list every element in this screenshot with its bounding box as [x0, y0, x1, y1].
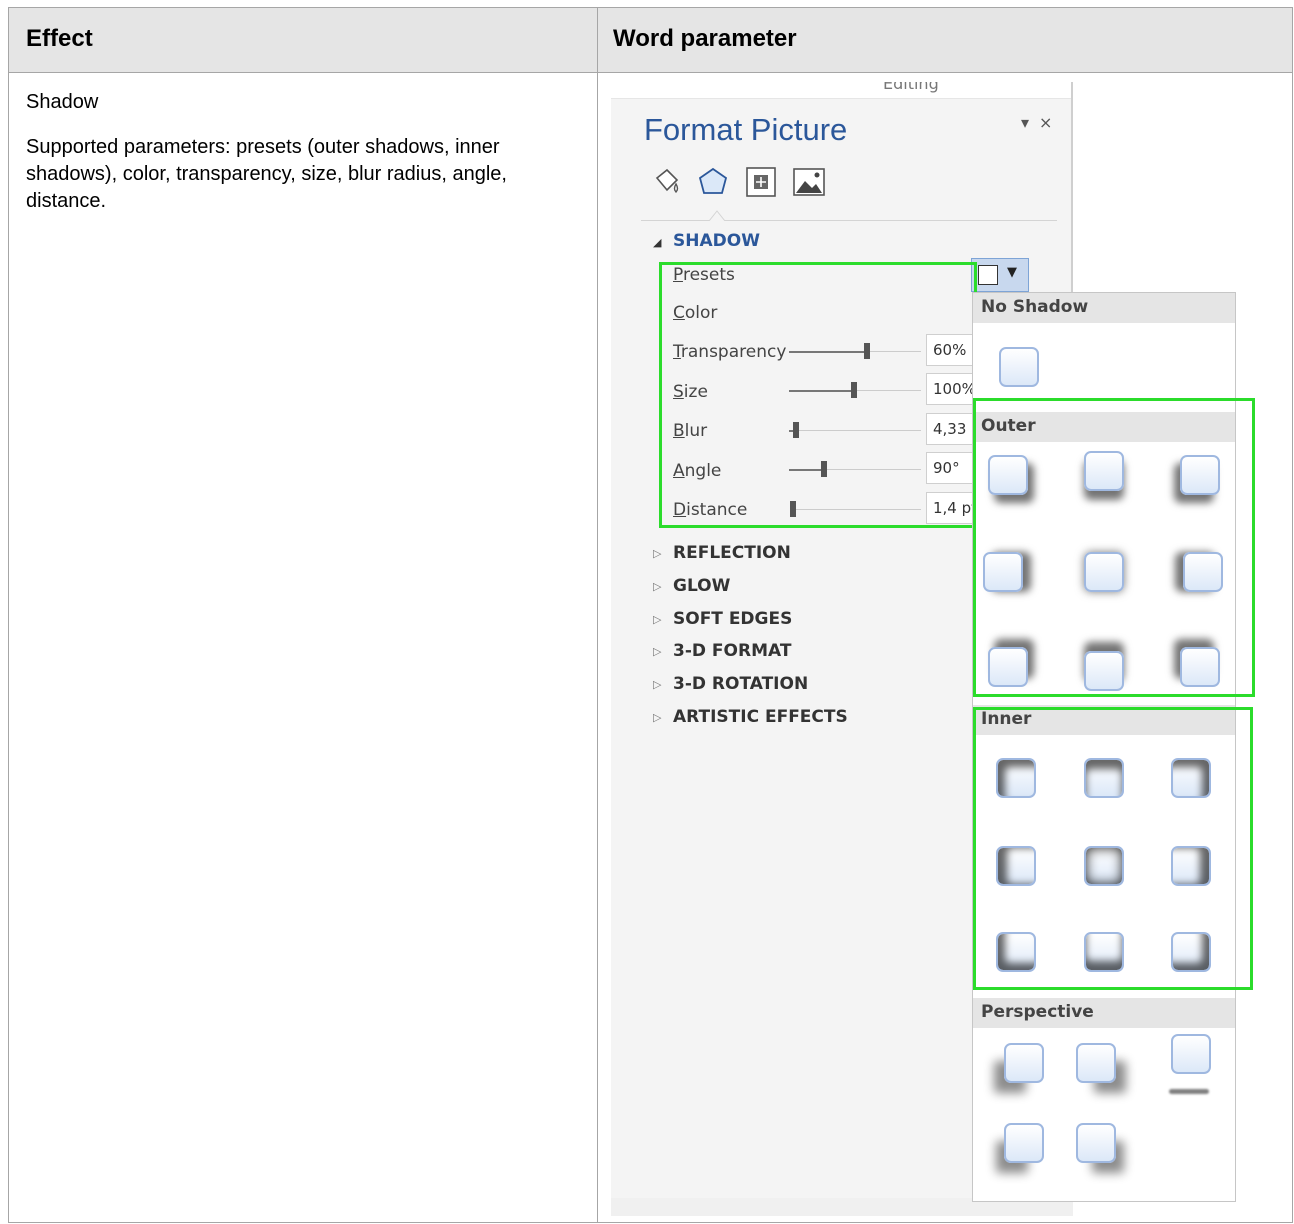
- section-soft-edges[interactable]: SOFT EDGES: [673, 609, 792, 629]
- effect-name: Shadow: [26, 91, 99, 113]
- effect-description: Supported parameters: presets (outer sha…: [26, 136, 507, 212]
- section-artistic-effects[interactable]: ARTISTIC EFFECTS: [673, 707, 848, 727]
- section-reflection[interactable]: REFLECTION: [673, 543, 791, 563]
- ribbon-editing-label: Editing: [883, 82, 939, 93]
- preset-perspective-lower-left[interactable]: [1004, 1123, 1044, 1163]
- ribbon-strip: Editing: [611, 82, 1073, 99]
- parameters-highlight: [659, 262, 977, 528]
- header-word-parameter: Word parameter: [613, 25, 797, 52]
- collapsed-arrow-icon: ▷: [653, 613, 662, 626]
- preset-perspective-below[interactable]: [1171, 1034, 1211, 1074]
- collapsed-arrow-icon: ▷: [653, 678, 662, 691]
- section-3d-rotation[interactable]: 3-D ROTATION: [673, 674, 808, 694]
- outer-group-highlight: [973, 398, 1255, 697]
- perspective-below-shadow: [1169, 1089, 1209, 1094]
- shadow-section-title[interactable]: SHADOW: [673, 231, 760, 251]
- section-expanded-icon: ◢: [653, 236, 662, 249]
- preset-perspective-upper-right[interactable]: [1076, 1043, 1116, 1083]
- active-tab-pointer-icon: [709, 210, 725, 221]
- panel-controls: ▾ ×: [1021, 113, 1062, 132]
- gallery-header-no-shadow: No Shadow: [973, 293, 1235, 323]
- close-icon[interactable]: ×: [1039, 113, 1052, 132]
- picture-tab-icon[interactable]: [791, 164, 827, 200]
- preset-perspective-lower-right[interactable]: [1076, 1123, 1116, 1163]
- collapsed-arrow-icon: ▷: [653, 580, 662, 593]
- gallery-header-perspective: Perspective: [973, 998, 1235, 1028]
- tab-underline: [641, 220, 1057, 221]
- preset-perspective-upper-left[interactable]: [1004, 1043, 1044, 1083]
- preset-no-shadow[interactable]: [999, 347, 1039, 387]
- task-pane-options-icon[interactable]: ▾: [1021, 113, 1029, 132]
- column-divider: [597, 8, 598, 1222]
- preset-swatch: [978, 265, 998, 285]
- header-effect: Effect: [26, 25, 93, 52]
- collapsed-arrow-icon: ▷: [653, 711, 662, 724]
- fill-line-tab-icon[interactable]: [649, 164, 685, 200]
- section-glow[interactable]: GLOW: [673, 576, 730, 596]
- collapsed-arrow-icon: ▷: [653, 645, 662, 658]
- presets-dropdown-button[interactable]: ▼: [971, 258, 1029, 292]
- chevron-down-icon: ▼: [1007, 265, 1017, 280]
- inner-group-highlight: [973, 707, 1253, 990]
- size-properties-tab-icon[interactable]: [743, 164, 779, 200]
- section-3d-format[interactable]: 3-D FORMAT: [673, 641, 791, 661]
- collapsed-arrow-icon: ▷: [653, 547, 662, 560]
- effects-tab-icon[interactable]: [695, 164, 731, 200]
- panel-title: Format Picture: [644, 112, 848, 147]
